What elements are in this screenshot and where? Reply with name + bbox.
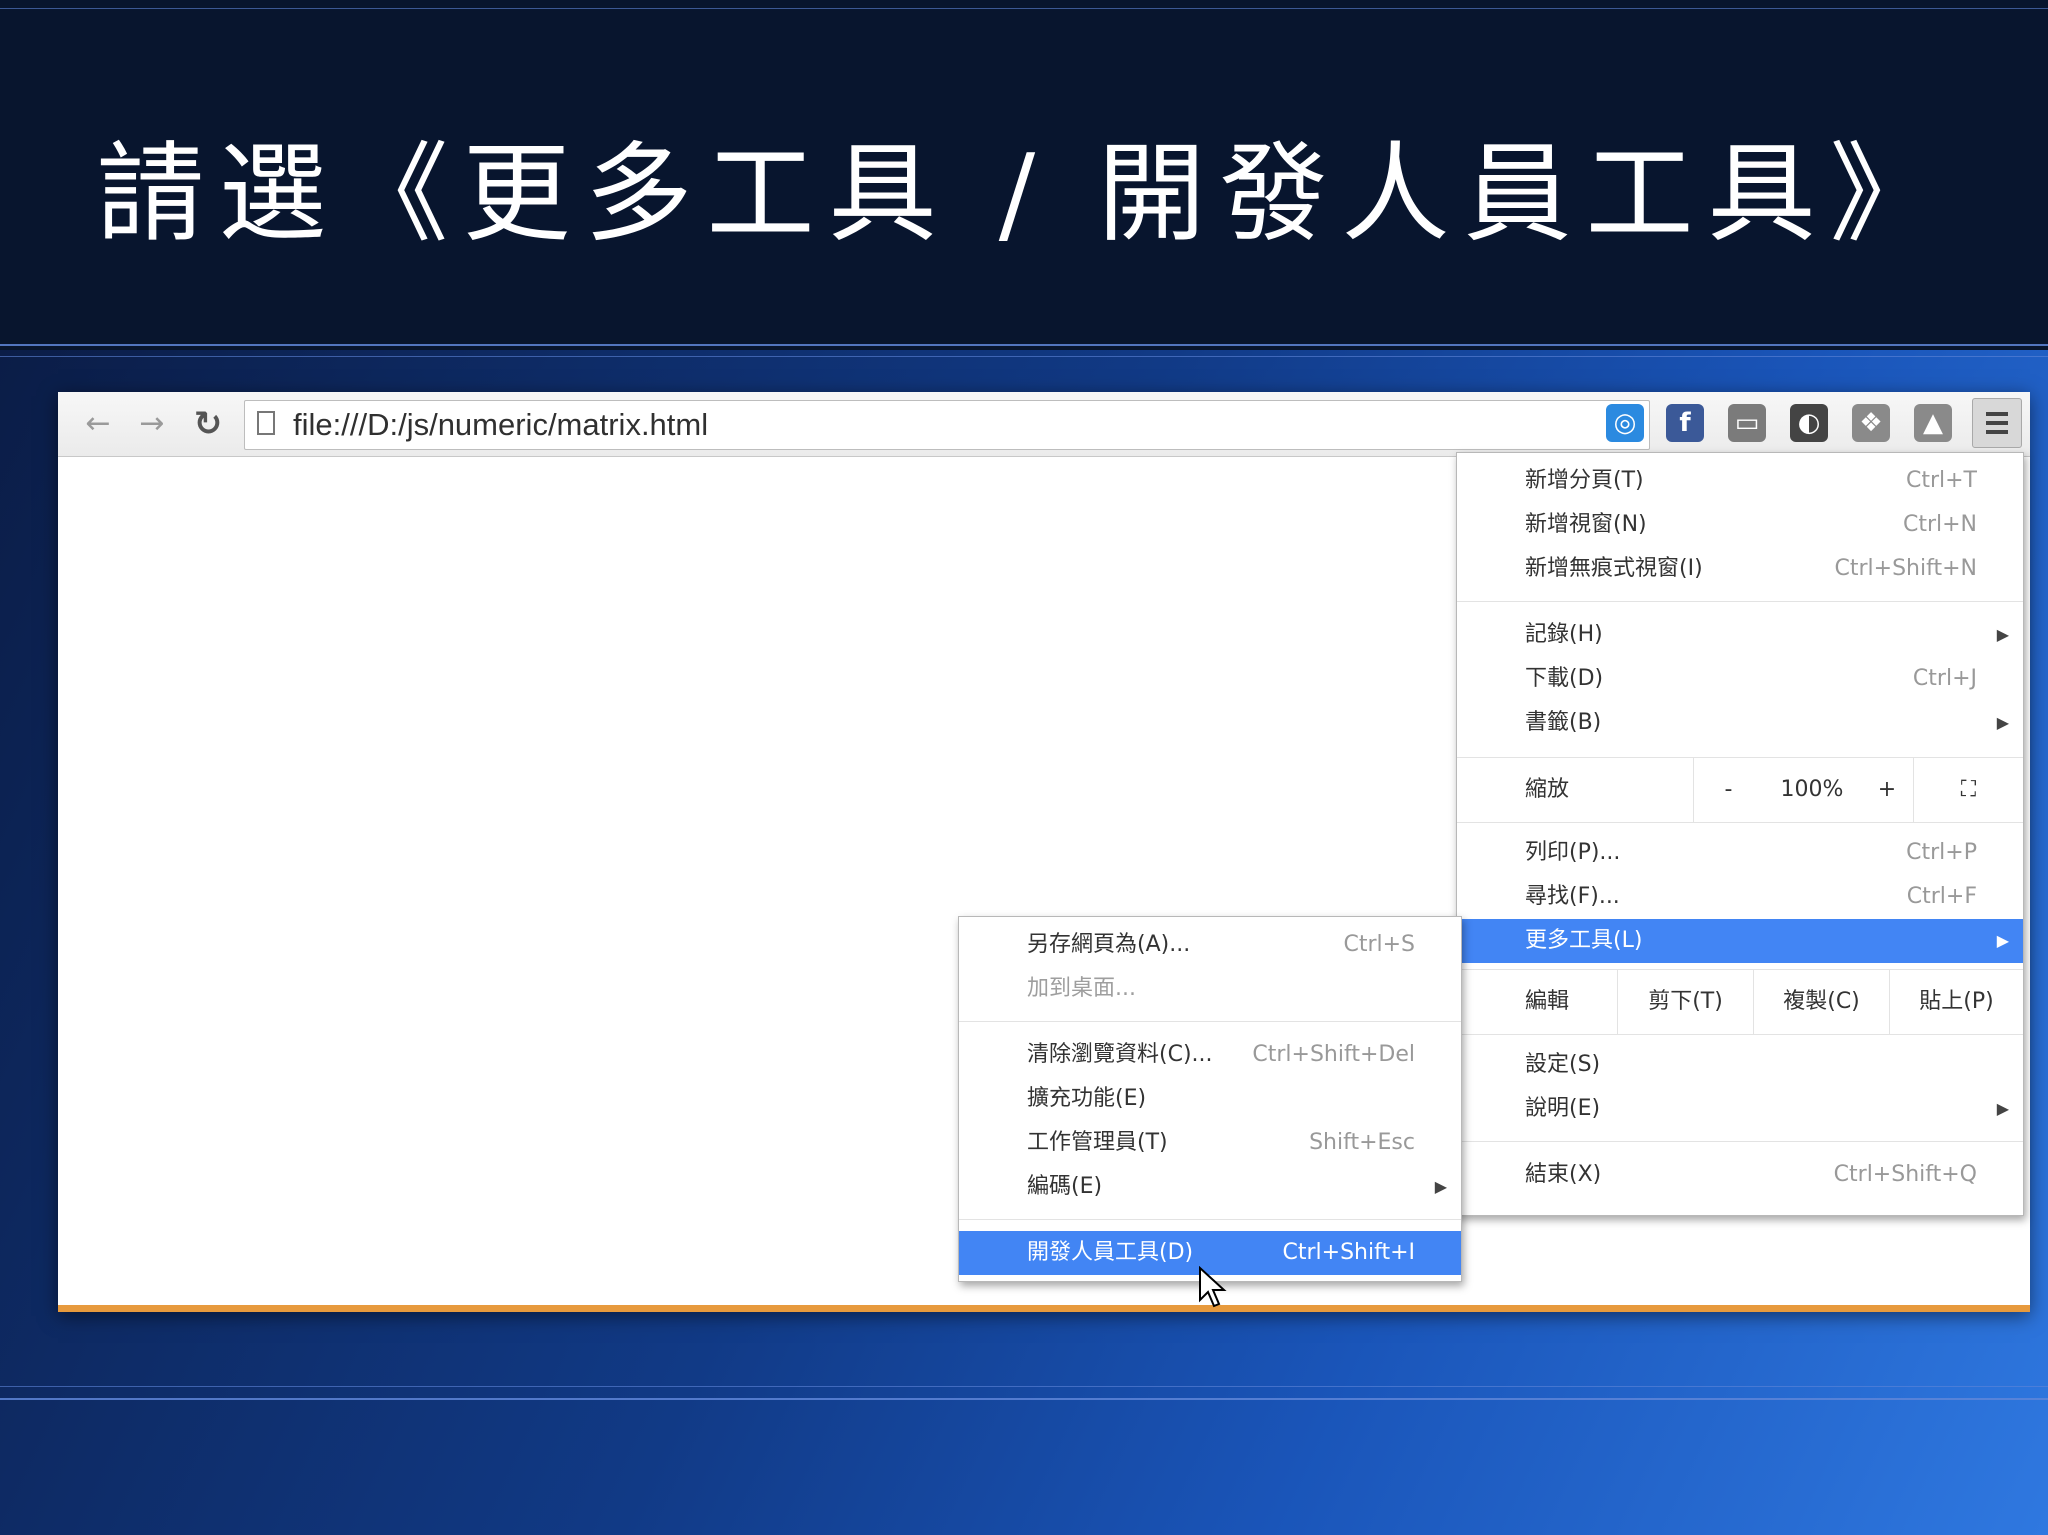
facebook-ext-icon[interactable]: f — [1666, 404, 1704, 442]
cut-button[interactable]: 剪下(T) — [1617, 970, 1753, 1034]
blue-circle-ext-icon[interactable]: ◎ — [1606, 404, 1644, 442]
menu-item-find[interactable]: 尋找(F)... Ctrl+F — [1457, 875, 2023, 919]
menu-separator — [1457, 1141, 2023, 1142]
header-rule-line-2 — [0, 356, 2048, 357]
edit-row: 編輯 剪下(T) 複製(C) 貼上(P) — [1457, 969, 2023, 1035]
edit-label: 編輯 — [1525, 989, 1570, 1014]
zoom-level: 100% — [1780, 777, 1844, 802]
menu-item-bookmarks[interactable]: 書籤(B) ▶ — [1457, 701, 2023, 745]
menu-item-help[interactable]: 說明(E) ▶ — [1457, 1087, 2023, 1131]
keyboard-ext-icon[interactable]: ▭ — [1728, 404, 1766, 442]
dark-disc-ext-icon[interactable]: ◐ — [1790, 404, 1828, 442]
zoom-out-button[interactable]: - — [1693, 758, 1763, 822]
submenu-item-clear-data[interactable]: 清除瀏覽資料(C)... Ctrl+Shift+Del — [959, 1033, 1461, 1077]
menu-item-history[interactable]: 記錄(H) ▶ — [1457, 613, 2023, 657]
footer-rule-line — [0, 1386, 2048, 1387]
zoom-label: 縮放 — [1525, 777, 1570, 802]
chrome-menu-button[interactable] — [1972, 398, 2022, 448]
header-rule-line — [0, 344, 2048, 346]
reload-icon[interactable]: ↻ — [188, 404, 228, 444]
submenu-item-extensions[interactable]: 擴充功能(E) — [959, 1077, 1461, 1121]
chrome-main-menu: 新增分頁(T) Ctrl+T 新增視窗(N) Ctrl+N 新增無痕式視窗(I)… — [1456, 452, 2024, 1216]
menu-item-print[interactable]: 列印(P)... Ctrl+P — [1457, 831, 2023, 875]
back-arrow-icon[interactable]: ← — [78, 404, 118, 444]
slide-title: 請選《更多工具 / 開發人員工具》 — [96, 132, 1952, 257]
copy-button[interactable]: 複製(C) — [1753, 970, 1889, 1034]
paste-button[interactable]: 貼上(P) — [1889, 970, 2023, 1034]
top-rule-line — [0, 8, 2048, 9]
browser-toolbar: ← → ↻ file:///D:/js/numeric/matrix.html … — [58, 392, 2030, 457]
menu-separator — [959, 1219, 1461, 1220]
menu-item-new-window[interactable]: 新增視窗(N) Ctrl+N — [1457, 503, 2023, 547]
more-tools-submenu: 另存網頁為(A)... Ctrl+S 加到桌面... 清除瀏覽資料(C)... … — [958, 916, 1462, 1282]
menu-item-new-tab[interactable]: 新增分頁(T) Ctrl+T — [1457, 459, 2023, 503]
menu-item-more-tools[interactable]: 更多工具(L) ▶ — [1457, 919, 2023, 963]
fullscreen-icon[interactable]: ⛶ — [1913, 758, 2023, 822]
submenu-item-task-manager[interactable]: 工作管理員(T) Shift+Esc — [959, 1121, 1461, 1165]
menu-item-downloads[interactable]: 下載(D) Ctrl+J — [1457, 657, 2023, 701]
menu-separator — [959, 1021, 1461, 1022]
drive-ext-icon[interactable]: ▲ — [1914, 404, 1952, 442]
zoom-in-button[interactable]: + — [1861, 758, 1913, 822]
zoom-row: 縮放 - 100% + ⛶ — [1457, 757, 2023, 823]
footer-rule-line-2 — [0, 1398, 2048, 1400]
url-text[interactable]: file:///D:/js/numeric/matrix.html — [293, 401, 708, 449]
forward-arrow-icon[interactable]: → — [132, 404, 172, 444]
dropbox-ext-icon[interactable]: ❖ — [1852, 404, 1890, 442]
mouse-cursor-icon — [1199, 1266, 1227, 1308]
menu-item-settings[interactable]: 設定(S) — [1457, 1043, 2023, 1087]
menu-separator — [1457, 601, 2023, 602]
submenu-item-save-page[interactable]: 另存網頁為(A)... Ctrl+S — [959, 923, 1461, 967]
menu-item-incognito[interactable]: 新增無痕式視窗(I) Ctrl+Shift+N — [1457, 547, 2023, 591]
submenu-item-encoding[interactable]: 編碼(E) ▶ — [959, 1165, 1461, 1209]
page-bottom-accent — [58, 1305, 2030, 1312]
page-icon — [257, 411, 275, 435]
address-bar[interactable]: file:///D:/js/numeric/matrix.html ☆ — [244, 400, 1650, 450]
menu-item-exit[interactable]: 結束(X) Ctrl+Shift+Q — [1457, 1153, 2023, 1197]
submenu-item-add-to-desktop: 加到桌面... — [1027, 976, 1136, 1001]
